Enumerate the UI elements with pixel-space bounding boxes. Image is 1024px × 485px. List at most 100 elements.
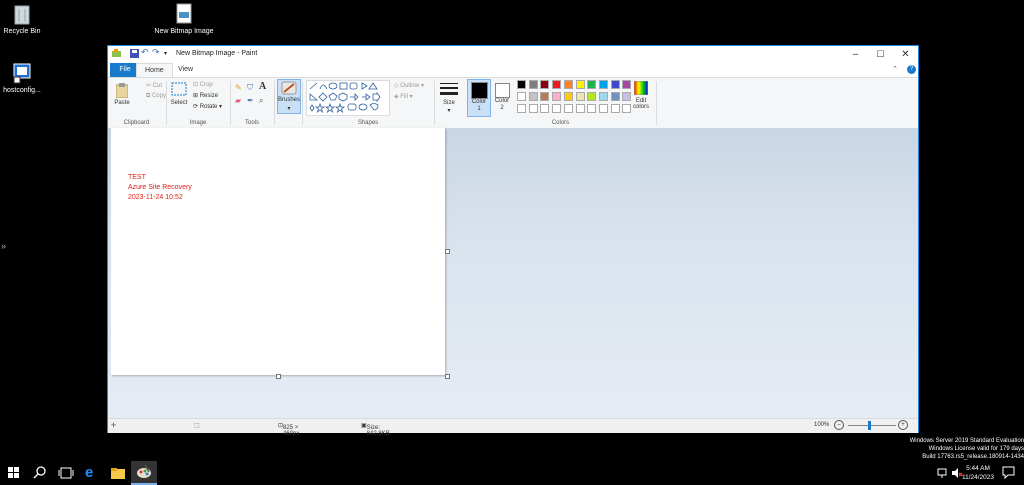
palette-swatch[interactable] xyxy=(528,80,538,89)
resize-handle-right[interactable] xyxy=(445,249,450,254)
windows-watermark: Windows Server 2019 Standard Evaluation … xyxy=(910,437,1024,461)
paste-icon xyxy=(116,83,128,98)
file-explorer-icon[interactable] xyxy=(110,465,126,481)
palette-swatch[interactable] xyxy=(540,80,550,89)
zoom-in-button[interactable]: + xyxy=(898,420,908,430)
palette-swatch[interactable] xyxy=(598,92,608,101)
edit-colors-button[interactable]: Edit colors xyxy=(628,98,654,110)
paint-app-icon xyxy=(137,464,151,478)
paint-taskbar-button[interactable] xyxy=(131,461,157,485)
fill-bucket-icon[interactable]: ⛉ xyxy=(247,83,253,93)
palette-swatch[interactable] xyxy=(622,92,632,101)
desktop-icon-label: hostconfig... xyxy=(3,87,41,94)
rotate-button[interactable]: ⟳ Rotate ▾ xyxy=(193,103,222,110)
minimize-button[interactable]: – xyxy=(843,46,868,63)
custom-color-slot[interactable] xyxy=(552,104,562,113)
copy-button[interactable]: ⧉ Copy xyxy=(146,93,166,100)
custom-color-slot[interactable] xyxy=(622,104,632,113)
group-label-colors: Colors xyxy=(551,120,570,126)
canvas-workspace[interactable]: TEST Azure Site Recovery 2023-11-24 10:5… xyxy=(108,128,918,418)
custom-color-slot[interactable] xyxy=(540,104,550,113)
undo-icon[interactable]: ↶ xyxy=(141,47,150,57)
palette-swatch[interactable] xyxy=(517,80,526,89)
collapse-ribbon-icon[interactable]: ⌃ xyxy=(892,65,898,73)
custom-color-slot[interactable] xyxy=(610,104,620,113)
paste-button[interactable]: Paste xyxy=(112,100,132,106)
recycle-bin-icon xyxy=(11,3,33,25)
close-button[interactable]: ✕ xyxy=(893,46,918,63)
fill-button[interactable]: ◈ Fill ▾ xyxy=(394,93,413,100)
text-tool-icon[interactable]: A xyxy=(259,81,266,92)
custom-color-slot[interactable] xyxy=(598,104,608,113)
resize-handle-bottom[interactable] xyxy=(276,374,281,379)
notifications-icon[interactable] xyxy=(1002,466,1015,479)
save-icon[interactable] xyxy=(130,49,139,58)
cursor-position-icon: ✛ xyxy=(111,423,117,429)
resize-handle-corner[interactable] xyxy=(445,374,450,379)
copy-label: Copy xyxy=(151,93,166,99)
custom-color-slot[interactable] xyxy=(563,104,573,113)
canvas-text-line2: Azure Site Recovery xyxy=(128,184,192,191)
cut-button[interactable]: ✂ Cut xyxy=(146,82,162,89)
customize-qat-icon[interactable]: ▾ xyxy=(164,50,173,59)
palette-swatch[interactable] xyxy=(552,80,562,89)
eraser-icon[interactable]: ▰ xyxy=(235,96,241,105)
select-button[interactable]: Select xyxy=(167,100,191,106)
palette-swatch[interactable] xyxy=(575,80,585,89)
palette-swatch[interactable] xyxy=(552,92,562,101)
palette-swatch[interactable] xyxy=(528,92,538,101)
custom-color-slot[interactable] xyxy=(517,104,526,113)
internet-explorer-icon[interactable]: e xyxy=(85,465,101,481)
search-icon[interactable] xyxy=(32,465,48,481)
palette-swatch[interactable] xyxy=(598,80,608,89)
outline-button[interactable]: ◇ Outline ▾ xyxy=(394,82,424,89)
shapes-gallery[interactable] xyxy=(306,80,390,116)
expand-chevron-icon[interactable]: » xyxy=(1,241,6,251)
palette-swatch[interactable] xyxy=(517,92,526,101)
brushes-label: Brushes xyxy=(278,97,301,103)
redo-icon[interactable]: ↷ xyxy=(152,47,161,57)
clock[interactable]: 5:44 AM 11/24/2023 xyxy=(958,464,998,482)
zoom-out-button[interactable]: – xyxy=(834,420,844,430)
magnifier-icon[interactable]: ⌕ xyxy=(259,96,263,106)
size-button[interactable]: Size xyxy=(437,100,461,106)
size-dropdown-icon[interactable]: ▾ xyxy=(437,107,461,114)
palette-swatch[interactable] xyxy=(622,80,632,89)
color1-button[interactable]: Color 1 xyxy=(467,79,491,117)
pencil-icon[interactable]: ✎ xyxy=(235,83,242,92)
brushes-button[interactable]: Brushes ▾ xyxy=(277,79,301,114)
color-picker-icon[interactable]: ✒ xyxy=(247,96,254,105)
palette-swatch[interactable] xyxy=(575,92,585,101)
tab-view[interactable]: View xyxy=(170,63,201,77)
maximize-button[interactable]: ☐ xyxy=(868,46,893,63)
task-view-icon[interactable] xyxy=(58,465,74,481)
zoom-slider-thumb[interactable] xyxy=(868,421,871,430)
palette-swatch[interactable] xyxy=(563,80,573,89)
clock-date: 11/24/2023 xyxy=(961,474,995,481)
watermark-line3: Build 17763.rs5_release.180914-1434 xyxy=(922,454,1024,460)
drawing-canvas[interactable]: TEST Azure Site Recovery 2023-11-24 10:5… xyxy=(111,128,445,375)
palette-swatch[interactable] xyxy=(610,92,620,101)
desktop-icon-recycle-bin[interactable]: Recycle Bin xyxy=(0,3,52,36)
palette-swatch[interactable] xyxy=(540,92,550,101)
desktop-icon-new-bitmap[interactable]: New Bitmap Image xyxy=(154,3,214,36)
crop-button[interactable]: ⊡ Crop xyxy=(193,81,213,88)
start-windows-icon[interactable] xyxy=(6,465,22,481)
palette-swatch[interactable] xyxy=(587,80,597,89)
edit-colors-label-2: colors xyxy=(632,104,649,110)
zoom-level: 100% xyxy=(814,422,830,428)
resize-button[interactable]: ⊞ Resize xyxy=(193,92,218,99)
palette-swatch[interactable] xyxy=(563,92,573,101)
file-size-text: Size: 842.8KB xyxy=(366,425,390,437)
zoom-slider-track[interactable] xyxy=(848,425,896,426)
custom-color-slot[interactable] xyxy=(528,104,538,113)
tab-home[interactable]: Home xyxy=(136,63,173,78)
desktop-icon-hostconfig[interactable]: hostconfig... xyxy=(0,62,52,95)
network-icon[interactable] xyxy=(937,467,949,479)
custom-color-slot[interactable] xyxy=(587,104,597,113)
help-icon[interactable]: ? xyxy=(907,65,916,74)
palette-swatch[interactable] xyxy=(610,80,620,89)
palette-swatch[interactable] xyxy=(587,92,597,101)
color2-button[interactable]: Color 2 xyxy=(491,79,513,115)
custom-color-slot[interactable] xyxy=(575,104,585,113)
